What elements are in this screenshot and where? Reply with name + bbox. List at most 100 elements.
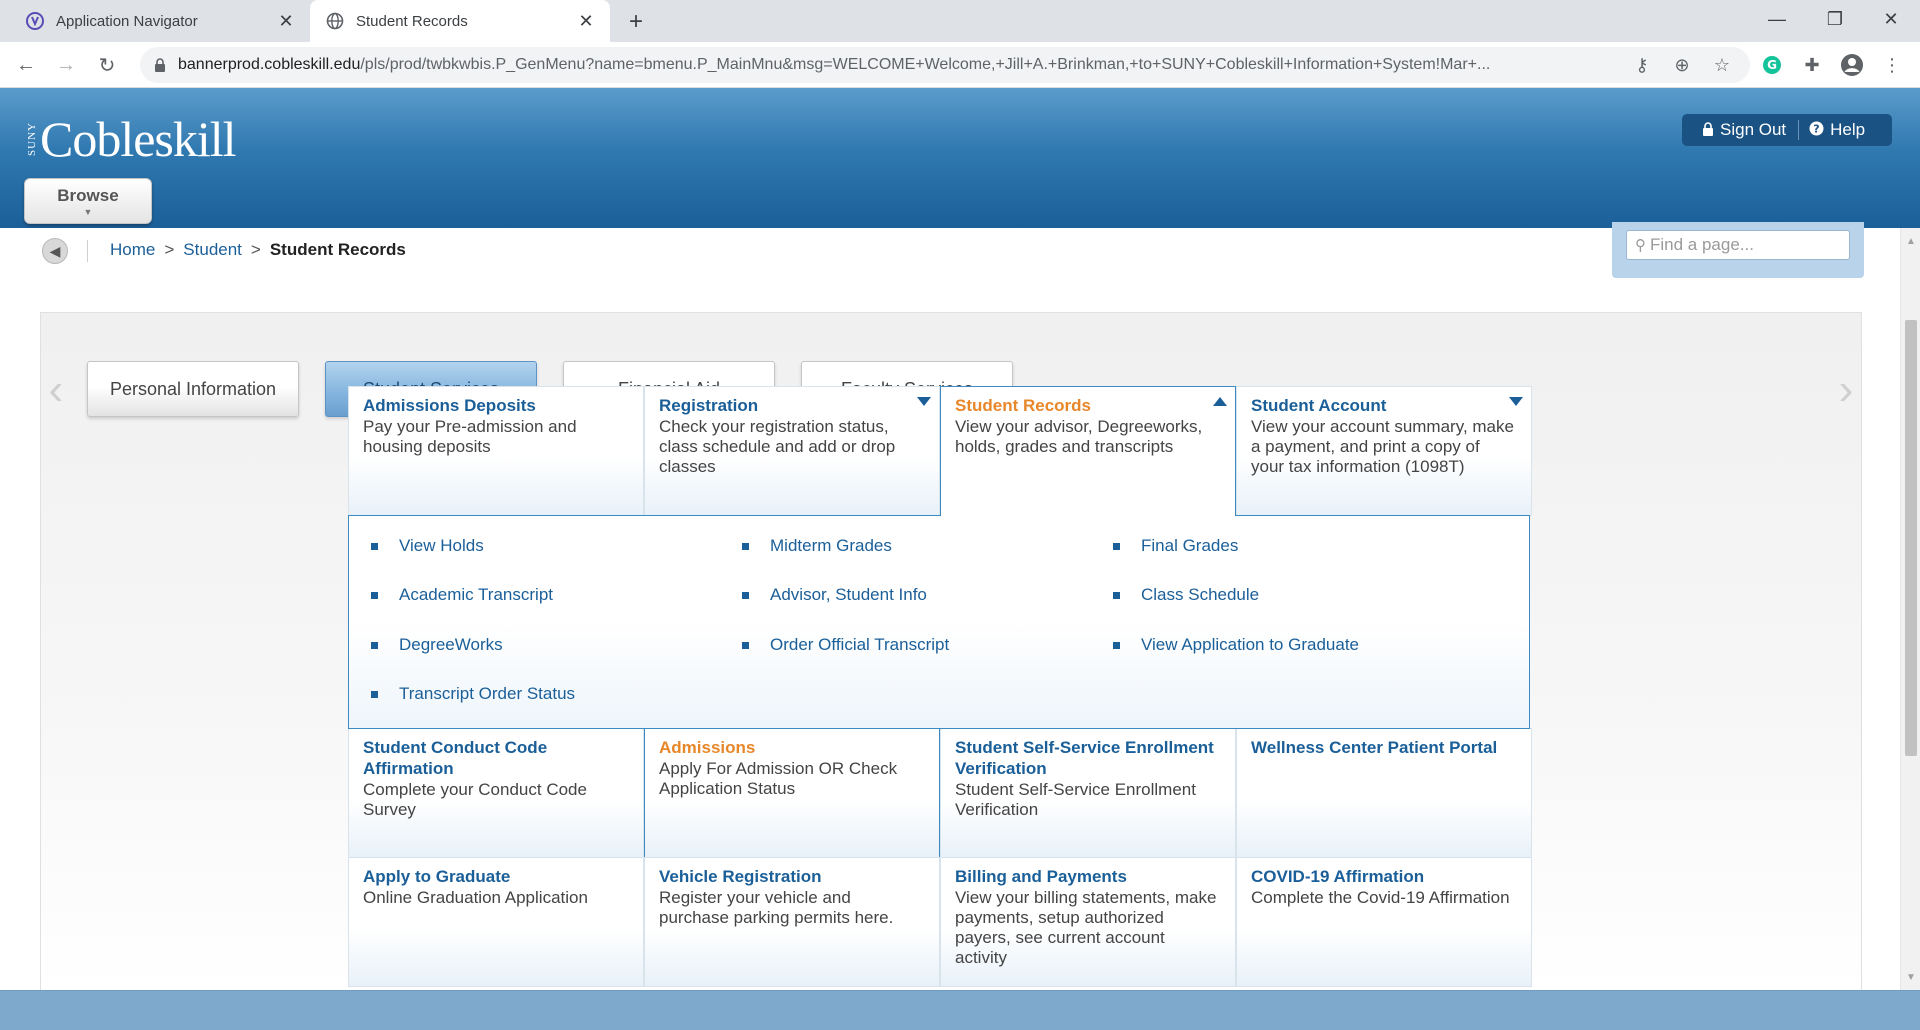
- submenu-link-advisor-student-info[interactable]: Advisor, Student Info: [742, 585, 927, 605]
- submenu-link-final-grades[interactable]: Final Grades: [1113, 536, 1238, 556]
- bullet-icon: [371, 690, 378, 698]
- help-button[interactable]: ? Help: [1798, 120, 1877, 140]
- card-apply-to-graduate[interactable]: Apply to Graduate Online Graduation Appl…: [348, 857, 644, 987]
- browser-tabstrip: Application Navigator ✕ Student Records …: [0, 0, 1920, 42]
- scroll-down-icon[interactable]: ▼: [1901, 968, 1920, 986]
- card-description: Register your vehicle and purchase parki…: [659, 888, 894, 927]
- reload-icon[interactable]: ↻: [91, 49, 123, 81]
- divider: [87, 240, 88, 262]
- submenu-link-degreeworks[interactable]: DegreeWorks: [371, 635, 503, 655]
- key-icon[interactable]: ⚷: [1626, 49, 1658, 81]
- card-title: Billing and Payments: [955, 867, 1127, 886]
- cobleskill-logo[interactable]: SUNY Cobleskill: [26, 110, 237, 168]
- globe-icon: [326, 12, 344, 30]
- window-close-icon[interactable]: ✕: [1862, 0, 1920, 38]
- card-description: View your billing statements, make payme…: [955, 888, 1217, 967]
- card-title: COVID-19 Affirmation: [1251, 867, 1425, 886]
- browser-toolbar: ← → ↻ bannerprod.cobleskill.edu/pls/prod…: [0, 42, 1920, 88]
- bullet-icon: [1113, 542, 1120, 550]
- back-arrow-icon[interactable]: ←: [10, 49, 42, 81]
- lock-icon: [1702, 121, 1714, 139]
- breadcrumb-home[interactable]: Home: [110, 240, 155, 260]
- card-admissions[interactable]: Admissions Apply For Admission OR Check …: [644, 728, 940, 858]
- bullet-icon: [371, 542, 378, 550]
- card-description: Apply For Admission OR Check Application…: [659, 759, 898, 798]
- submenu-link-midterm-grades[interactable]: Midterm Grades: [742, 536, 892, 556]
- card-title: Admissions: [659, 738, 756, 757]
- submenu-label: Transcript Order Status: [399, 684, 576, 703]
- bullet-icon: [1113, 641, 1120, 649]
- bullet-icon: [371, 591, 378, 599]
- search-icon: ⚲: [1635, 237, 1646, 254]
- submenu-link-transcript-order-status[interactable]: Transcript Order Status: [371, 684, 575, 704]
- submenu-link-view-application-to-graduate[interactable]: View Application to Graduate: [1113, 635, 1359, 655]
- submenu-link-order-official-transcript[interactable]: Order Official Transcript: [742, 635, 949, 655]
- submenu-label: DegreeWorks: [399, 635, 503, 654]
- back-circle-icon[interactable]: ◀: [42, 238, 68, 264]
- bullet-icon: [742, 641, 749, 649]
- card-description: Student Self-Service Enrollment Verifica…: [955, 780, 1196, 819]
- close-icon[interactable]: ✕: [274, 9, 298, 33]
- page-scrollbar[interactable]: ▲ ▼: [1900, 228, 1920, 990]
- lock-icon: [154, 58, 166, 72]
- minimize-icon[interactable]: —: [1748, 0, 1806, 38]
- grammarly-icon[interactable]: G: [1756, 49, 1788, 81]
- forward-arrow-icon[interactable]: →: [50, 49, 82, 81]
- card-admissions-deposits[interactable]: Admissions Deposits Pay your Pre-admissi…: [348, 386, 644, 516]
- sign-out-label: Sign Out: [1720, 120, 1787, 139]
- scrollbar-thumb[interactable]: [1905, 320, 1917, 756]
- zoom-icon[interactable]: ⊕: [1666, 49, 1698, 81]
- card-description: Complete your Conduct Code Survey: [363, 780, 587, 819]
- browser-tab-application-navigator[interactable]: Application Navigator ✕: [10, 0, 310, 42]
- address-bar[interactable]: bannerprod.cobleskill.edu/pls/prod/twbkw…: [140, 47, 1750, 83]
- card-covid-affirmation[interactable]: COVID-19 Affirmation Complete the Covid-…: [1236, 857, 1532, 987]
- find-page-input[interactable]: ⚲ Find a page...: [1626, 230, 1850, 260]
- svg-text:G: G: [1767, 58, 1777, 72]
- close-icon[interactable]: ✕: [574, 9, 598, 33]
- site-header: SUNY Cobleskill Browse ▼ Sign Out ? Help: [0, 88, 1920, 316]
- expand-down-icon[interactable]: [917, 397, 931, 406]
- scroll-right-arrow-icon[interactable]: ›: [1831, 365, 1861, 415]
- browser-tab-student-records[interactable]: Student Records ✕: [310, 0, 610, 42]
- scroll-left-arrow-icon[interactable]: ‹: [41, 365, 71, 415]
- card-title: Student Records: [955, 396, 1092, 415]
- profile-icon[interactable]: [1836, 49, 1868, 81]
- card-vehicle-registration[interactable]: Vehicle Registration Register your vehic…: [644, 857, 940, 987]
- card-title: Student Self-Service Enrollment Verifica…: [955, 738, 1214, 778]
- card-description: Online Graduation Application: [363, 888, 588, 907]
- svg-text:?: ?: [1813, 123, 1819, 136]
- bullet-icon: [1113, 591, 1120, 599]
- card-registration[interactable]: Registration Check your registration sta…: [644, 386, 940, 516]
- new-tab-plus-icon[interactable]: +: [622, 8, 650, 36]
- card-description: View your advisor, Degreeworks, holds, g…: [955, 417, 1203, 456]
- expand-down-icon[interactable]: [1509, 397, 1523, 406]
- card-student-records[interactable]: Student Records View your advisor, Degre…: [940, 386, 1236, 516]
- restore-icon[interactable]: ❐: [1806, 0, 1864, 38]
- submenu-label: Order Official Transcript: [770, 635, 950, 654]
- collapse-up-icon[interactable]: [1213, 397, 1227, 406]
- browse-button[interactable]: Browse ▼: [24, 178, 152, 224]
- card-billing-payments[interactable]: Billing and Payments View your billing s…: [940, 857, 1236, 987]
- submenu-label: Midterm Grades: [770, 536, 892, 555]
- breadcrumb-bar: ◀ Home > Student > Student Records ⚲ Fin…: [0, 222, 1900, 278]
- card-student-account[interactable]: Student Account View your account summar…: [1236, 386, 1532, 516]
- scroll-up-icon[interactable]: ▲: [1901, 232, 1920, 250]
- breadcrumb-student[interactable]: Student: [183, 240, 242, 260]
- submenu-link-academic-transcript[interactable]: Academic Transcript: [371, 585, 553, 605]
- card-description: Pay your Pre-admission and housing depos…: [363, 417, 577, 456]
- tab-title: Application Navigator: [56, 12, 198, 30]
- card-student-conduct-code[interactable]: Student Conduct Code Affirmation Complet…: [348, 728, 644, 858]
- bullet-icon: [742, 542, 749, 550]
- card-title: Vehicle Registration: [659, 867, 822, 886]
- help-label: Help: [1830, 120, 1866, 139]
- star-icon[interactable]: ☆: [1706, 49, 1738, 81]
- sign-out-button[interactable]: Sign Out: [1682, 120, 1798, 140]
- tab-title: Student Records: [356, 12, 468, 30]
- more-menu-icon[interactable]: ⋮: [1876, 49, 1908, 81]
- card-wellness-center[interactable]: Wellness Center Patient Portal: [1236, 728, 1532, 858]
- card-enrollment-verification[interactable]: Student Self-Service Enrollment Verifica…: [940, 728, 1236, 858]
- extensions-icon[interactable]: ✚: [1796, 49, 1828, 81]
- tab-personal-information[interactable]: Personal Information: [87, 361, 299, 417]
- submenu-link-view-holds[interactable]: View Holds: [371, 536, 484, 556]
- submenu-link-class-schedule[interactable]: Class Schedule: [1113, 585, 1259, 605]
